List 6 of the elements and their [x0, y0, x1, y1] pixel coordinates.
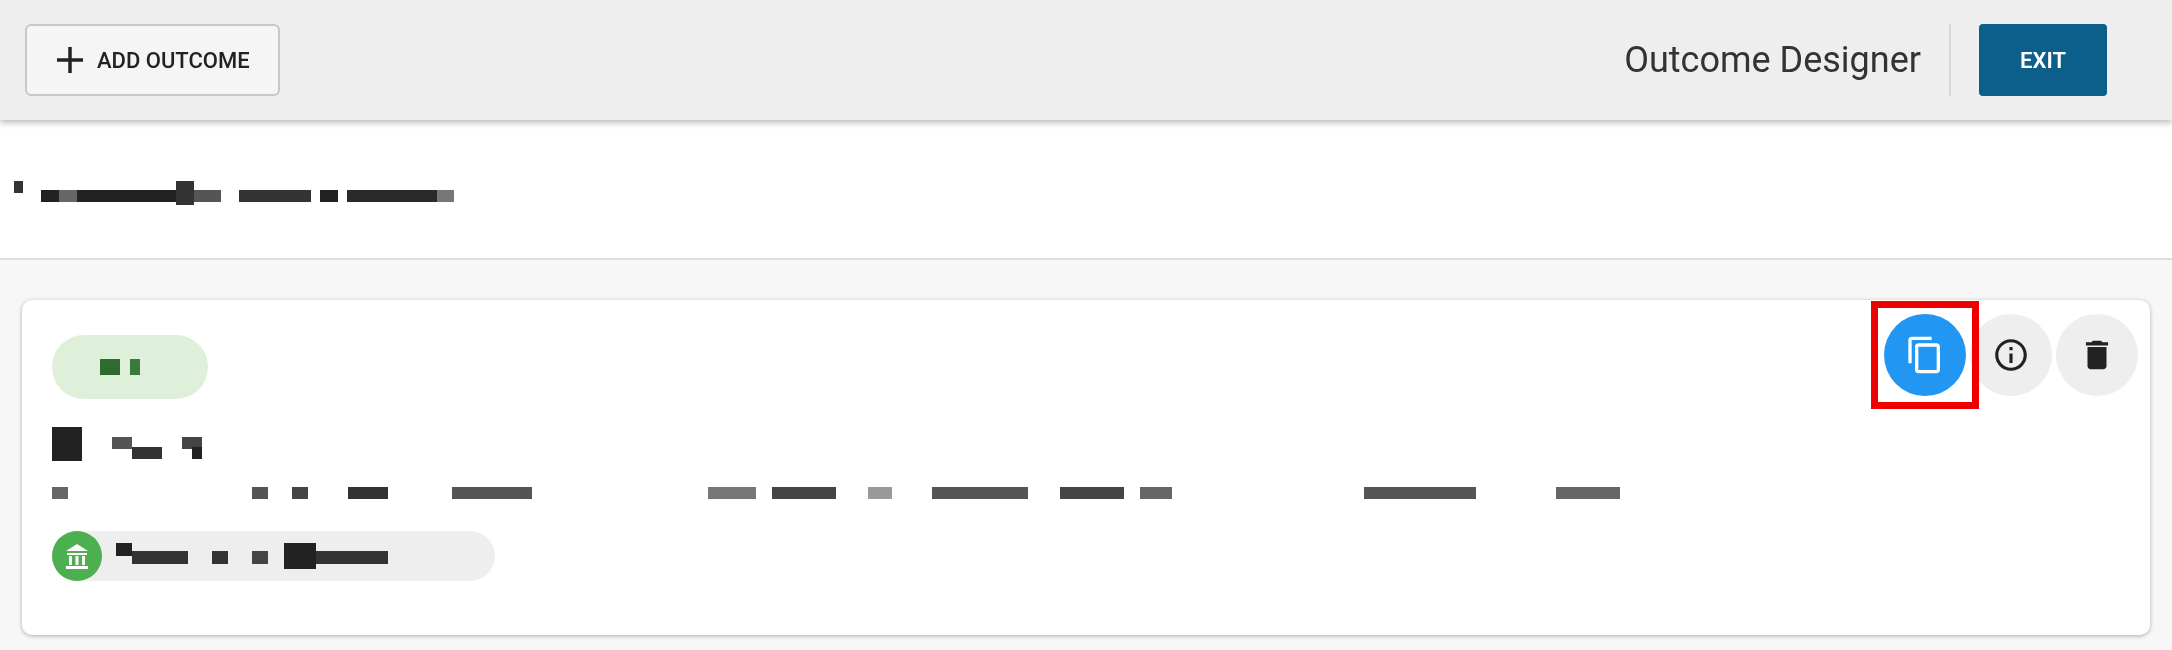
bank-icon [52, 531, 102, 581]
add-outcome-button[interactable]: ADD OUTCOME [25, 24, 280, 96]
plus-icon [55, 45, 85, 75]
page-title: Outcome Designer [1624, 38, 1921, 83]
info-icon [1992, 336, 2030, 374]
exit-button[interactable]: EXIT [1979, 24, 2107, 96]
